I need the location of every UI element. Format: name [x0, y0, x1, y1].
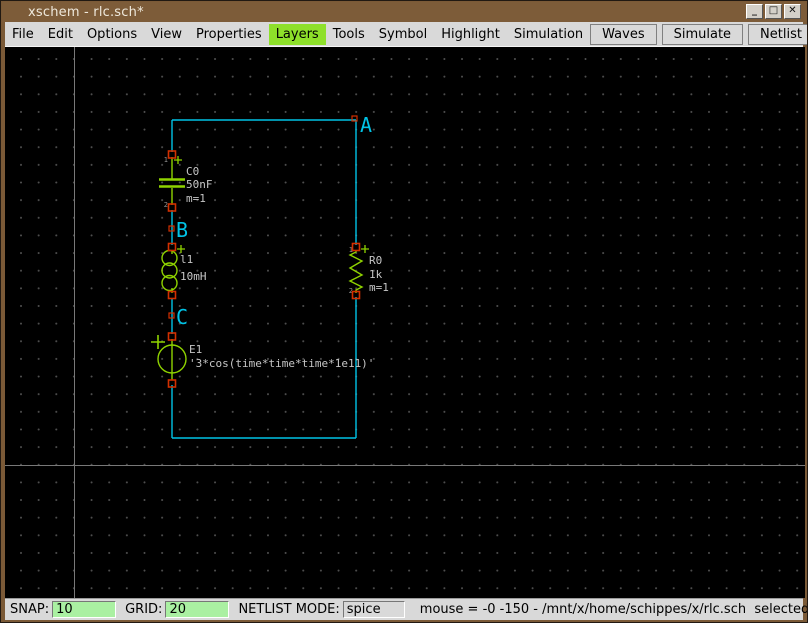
- component-value: 1k: [369, 268, 383, 281]
- pin-marker-icon: [167, 150, 177, 159]
- menu-tools[interactable]: Tools: [326, 24, 372, 45]
- component-name: E1: [189, 343, 202, 356]
- component-value: 50nF: [186, 178, 213, 191]
- pin-marker-icon: [167, 203, 177, 212]
- component-name: R0: [369, 254, 382, 267]
- status-bar: SNAP: GRID: NETLIST MODE: mouse = -0 -15…: [5, 598, 807, 620]
- plus-mark-icon: [151, 335, 165, 349]
- xschem-window: xschem - rlc.sch* _ □ ✕ File Edit Option…: [0, 0, 808, 623]
- component-name: C0: [186, 165, 199, 178]
- net-label-b[interactable]: B: [176, 218, 188, 242]
- rlc-circuit: 1 2 C0 50nF m=1 l1 10mH E1 '3*cos(time*t…: [151, 113, 389, 439]
- window-title: xschem - rlc.sch*: [28, 4, 144, 20]
- plus-mark-icon: [177, 245, 185, 253]
- source-e1[interactable]: E1 '3*cos(time*time*time*1e11)': [151, 335, 374, 380]
- plus-mark-icon: [361, 245, 369, 253]
- menu-properties[interactable]: Properties: [189, 24, 269, 45]
- menu-edit[interactable]: Edit: [41, 24, 80, 45]
- net-label-c[interactable]: C: [176, 305, 188, 329]
- resistor-r0[interactable]: 1 2 R0 1k m=1: [348, 245, 389, 295]
- component-value: '3*cos(time*time*time*1e11)': [189, 357, 374, 370]
- component-mult: m=1: [186, 192, 206, 205]
- schematic-canvas[interactable]: 1 2 C0 50nF m=1 l1 10mH E1 '3*cos(time*t…: [5, 47, 805, 598]
- snap-input[interactable]: [52, 601, 117, 618]
- component-mult: m=1: [369, 281, 389, 294]
- close-button[interactable]: ✕: [784, 4, 801, 19]
- component-name: l1: [180, 253, 193, 266]
- menu-file[interactable]: File: [5, 24, 41, 45]
- grid-label: GRID:: [125, 602, 163, 617]
- pin-marker-icon: [167, 332, 177, 341]
- grid-input[interactable]: [165, 601, 230, 618]
- menu-highlight[interactable]: Highlight: [434, 24, 507, 45]
- netlist-mode-label: NETLIST MODE:: [238, 602, 340, 617]
- component-value: 10mH: [180, 270, 207, 283]
- menu-bar: File Edit Options View Properties Layers…: [5, 22, 807, 47]
- menu-view[interactable]: View: [144, 24, 189, 45]
- menu-layers[interactable]: Layers: [268, 23, 326, 45]
- title-bar[interactable]: xschem - rlc.sch* _ □ ✕: [2, 2, 806, 22]
- minimize-button[interactable]: _: [746, 4, 763, 19]
- menu-symbol[interactable]: Symbol: [372, 24, 434, 45]
- netlist-mode-input[interactable]: [342, 601, 405, 618]
- snap-label: SNAP:: [10, 602, 50, 617]
- netlist-button[interactable]: Netlist: [748, 23, 807, 45]
- waves-button[interactable]: Waves: [590, 23, 657, 45]
- menu-simulation[interactable]: Simulation: [507, 24, 590, 45]
- pin-number: 1: [164, 156, 168, 164]
- capacitor-c0[interactable]: 1 2 C0 50nF m=1: [159, 156, 213, 209]
- maximize-button[interactable]: □: [765, 4, 782, 19]
- inductor-l1[interactable]: l1 10mH: [161, 245, 207, 293]
- simulate-button[interactable]: Simulate: [661, 23, 744, 45]
- pin-number: 2: [164, 201, 168, 209]
- menu-options[interactable]: Options: [80, 24, 144, 45]
- net-label-a[interactable]: A: [360, 113, 372, 137]
- window-controls: _ □ ✕: [746, 4, 801, 19]
- label-ticks: [168, 115, 358, 319]
- mouse-status-text: mouse = -0 -150 - /mnt/x/home/schippes/x…: [419, 602, 808, 617]
